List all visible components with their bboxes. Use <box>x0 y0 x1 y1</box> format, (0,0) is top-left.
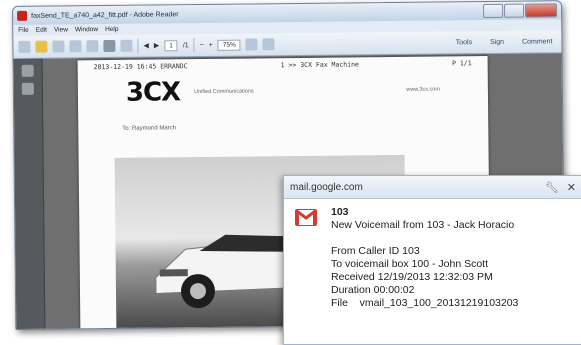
tools-button[interactable]: Tools <box>452 37 476 48</box>
detail-received: Received 12/19/2013 12:32:03 PM <box>331 271 493 283</box>
zoom-out-icon[interactable]: − <box>200 41 204 48</box>
notification-body: 103 New Voicemail from 103 - Jack Horaci… <box>331 206 578 310</box>
open-folder-icon[interactable] <box>35 40 48 53</box>
edit-icon[interactable] <box>52 40 65 53</box>
close-window-button[interactable] <box>525 3 558 18</box>
adobe-reader-icon <box>17 10 28 21</box>
fax-header-right: P 1/1 <box>452 59 472 68</box>
page-total: /1 <box>182 41 189 49</box>
print-icon[interactable] <box>103 39 116 53</box>
detail-caller-id: From Caller ID 103 <box>331 245 420 257</box>
notification-sender: 103 <box>331 206 349 218</box>
sign-button[interactable]: Sign <box>486 36 508 47</box>
navigation-panel <box>13 58 46 329</box>
window-title: faxSend_TE_a740_a42_fitt.pdf - Adobe Rea… <box>31 10 179 20</box>
comment-button[interactable]: Comment <box>518 36 556 47</box>
menu-window[interactable]: Window <box>75 26 98 33</box>
menu-view[interactable]: View <box>54 26 68 33</box>
page-thumbnails-icon[interactable] <box>21 64 34 77</box>
minimize-button[interactable] <box>483 3 504 19</box>
letterhead-website: www.3cx.com <box>406 86 440 93</box>
attachments-icon[interactable] <box>21 82 34 95</box>
notification-subject: New Voicemail from 103 - Jack Horacio <box>331 219 515 231</box>
read-mode-icon[interactable] <box>262 38 275 51</box>
3cx-logo: 3CX <box>125 77 181 108</box>
gmail-notification-popup[interactable]: mail.google.com 🔧︎ ✕ 103 New Voicemail f… <box>283 175 581 345</box>
page-number-input[interactable]: 1 <box>164 39 178 51</box>
gmail-icon <box>295 209 317 226</box>
detail-file: File vmail_103_100_20131219103203 <box>331 297 519 309</box>
menu-file[interactable]: File <box>18 27 29 34</box>
fit-page-icon[interactable] <box>245 38 258 51</box>
notification-header: mail.google.com 🔧︎ ✕ <box>284 176 581 199</box>
detail-duration: Duration 00:00:02 <box>331 284 415 296</box>
fax-header-left: 2013-12-19 16:45 ERRANDC <box>93 62 188 72</box>
create-icon[interactable] <box>18 40 31 53</box>
toolbar-separator <box>137 38 139 53</box>
email-icon[interactable] <box>120 39 133 52</box>
zoom-in-icon[interactable]: + <box>209 41 213 48</box>
fax-recipient: To: Raymond March <box>122 125 177 132</box>
wrench-icon[interactable]: 🔧︎ <box>545 181 559 194</box>
notification-source: mail.google.com <box>290 181 363 193</box>
logo-tagline: Unified Communications <box>194 88 254 96</box>
share-icon[interactable] <box>69 40 82 53</box>
next-page-icon[interactable]: ▶ <box>154 41 159 49</box>
letterhead: 3CX Unified Communications www.3cx.com <box>78 70 488 112</box>
toolbar-separator <box>193 38 195 53</box>
detail-voicemail-box: To voicemail box 100 - John Scott <box>331 258 488 270</box>
maximize-button[interactable] <box>504 3 525 18</box>
save-icon[interactable] <box>86 40 99 53</box>
prev-page-icon[interactable]: ◀ <box>143 42 148 50</box>
menu-edit[interactable]: Edit <box>36 27 47 34</box>
fax-header-mid: 1 >> 3CX Fax Machine <box>280 60 359 70</box>
close-icon[interactable]: ✕ <box>567 181 576 194</box>
menu-help[interactable]: Help <box>105 26 118 33</box>
zoom-select[interactable]: 75% <box>217 39 241 51</box>
